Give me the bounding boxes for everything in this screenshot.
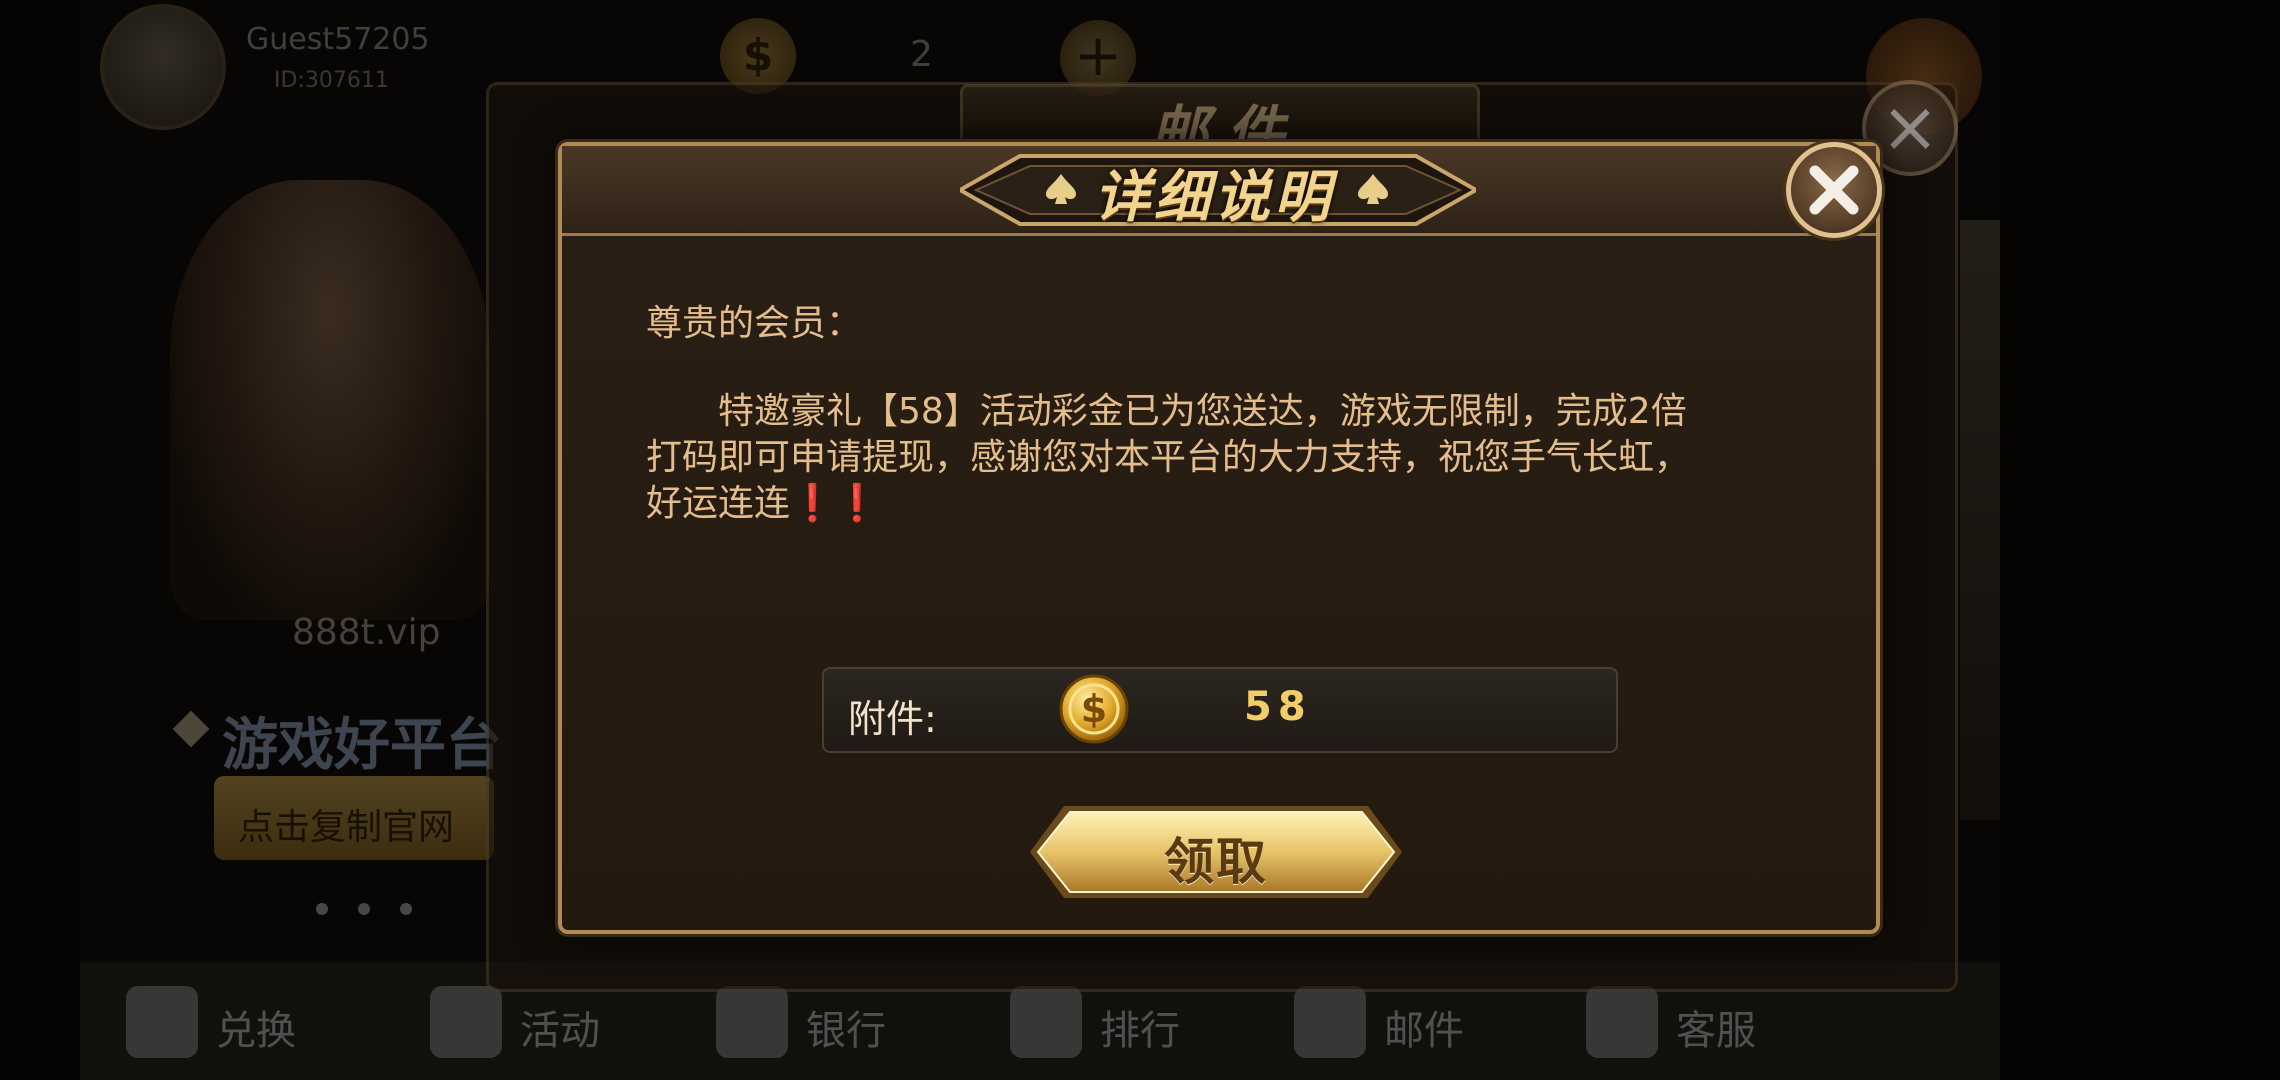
vip-site-text: 888t.vip	[292, 612, 441, 653]
exchange-icon	[126, 986, 198, 1058]
promo-banner-text: 游戏好平台	[222, 713, 502, 778]
attachment-bar	[822, 667, 1618, 753]
exclamation-marks: ❗❗	[790, 483, 880, 524]
greeting-text: 尊贵的会员：	[646, 303, 863, 344]
nav-label: 排行	[1100, 1008, 1180, 1054]
body-line-2: 打码即可申请提现，感谢您对本平台的大力支持，祝您手气长虹，	[646, 437, 1691, 478]
copy-site-button-label: 点击复制官网	[238, 807, 455, 848]
dollar-coin-icon: $	[1059, 674, 1129, 744]
nav-label: 活动	[520, 1008, 600, 1054]
carousel-dots[interactable]	[316, 900, 442, 919]
safe-icon	[716, 986, 788, 1058]
user-id: ID:307611	[274, 68, 389, 93]
user-name: Guest57205	[246, 22, 430, 57]
nav-label: 客服	[1676, 1008, 1756, 1054]
nav-label: 邮件	[1384, 1008, 1464, 1054]
trophy-icon	[1010, 986, 1082, 1058]
gift-icon	[430, 986, 502, 1058]
copy-site-button[interactable]: 点击复制官网	[214, 776, 494, 860]
support-icon	[1586, 986, 1658, 1058]
nav-label: 银行	[806, 1008, 886, 1054]
body-line-3-text: 好运连连	[646, 483, 791, 524]
spade-icon	[1046, 174, 1076, 204]
attachment-label: 附件:	[848, 697, 937, 741]
avatar[interactable]	[100, 4, 226, 130]
spade-icon	[1358, 174, 1388, 204]
side-decoration	[1960, 220, 2000, 820]
close-button[interactable]	[1786, 142, 1882, 238]
attachment-amount: 58	[1244, 684, 1312, 730]
promo-character-image	[170, 180, 490, 620]
svg-text:$: $	[1081, 687, 1107, 731]
close-icon	[1809, 165, 1859, 215]
body-line-3: 好运连连❗❗	[646, 474, 880, 526]
claim-button-label: 领取	[1164, 833, 1268, 891]
top-count: 2	[910, 34, 933, 75]
dialog-title: 详细说明	[1094, 165, 1334, 230]
nav-label: 兑换	[216, 1008, 296, 1054]
body-line-1: 特邀豪礼【58】活动彩金已为您送达，游戏无限制，完成2倍	[646, 391, 1687, 432]
mail-icon	[1294, 986, 1366, 1058]
